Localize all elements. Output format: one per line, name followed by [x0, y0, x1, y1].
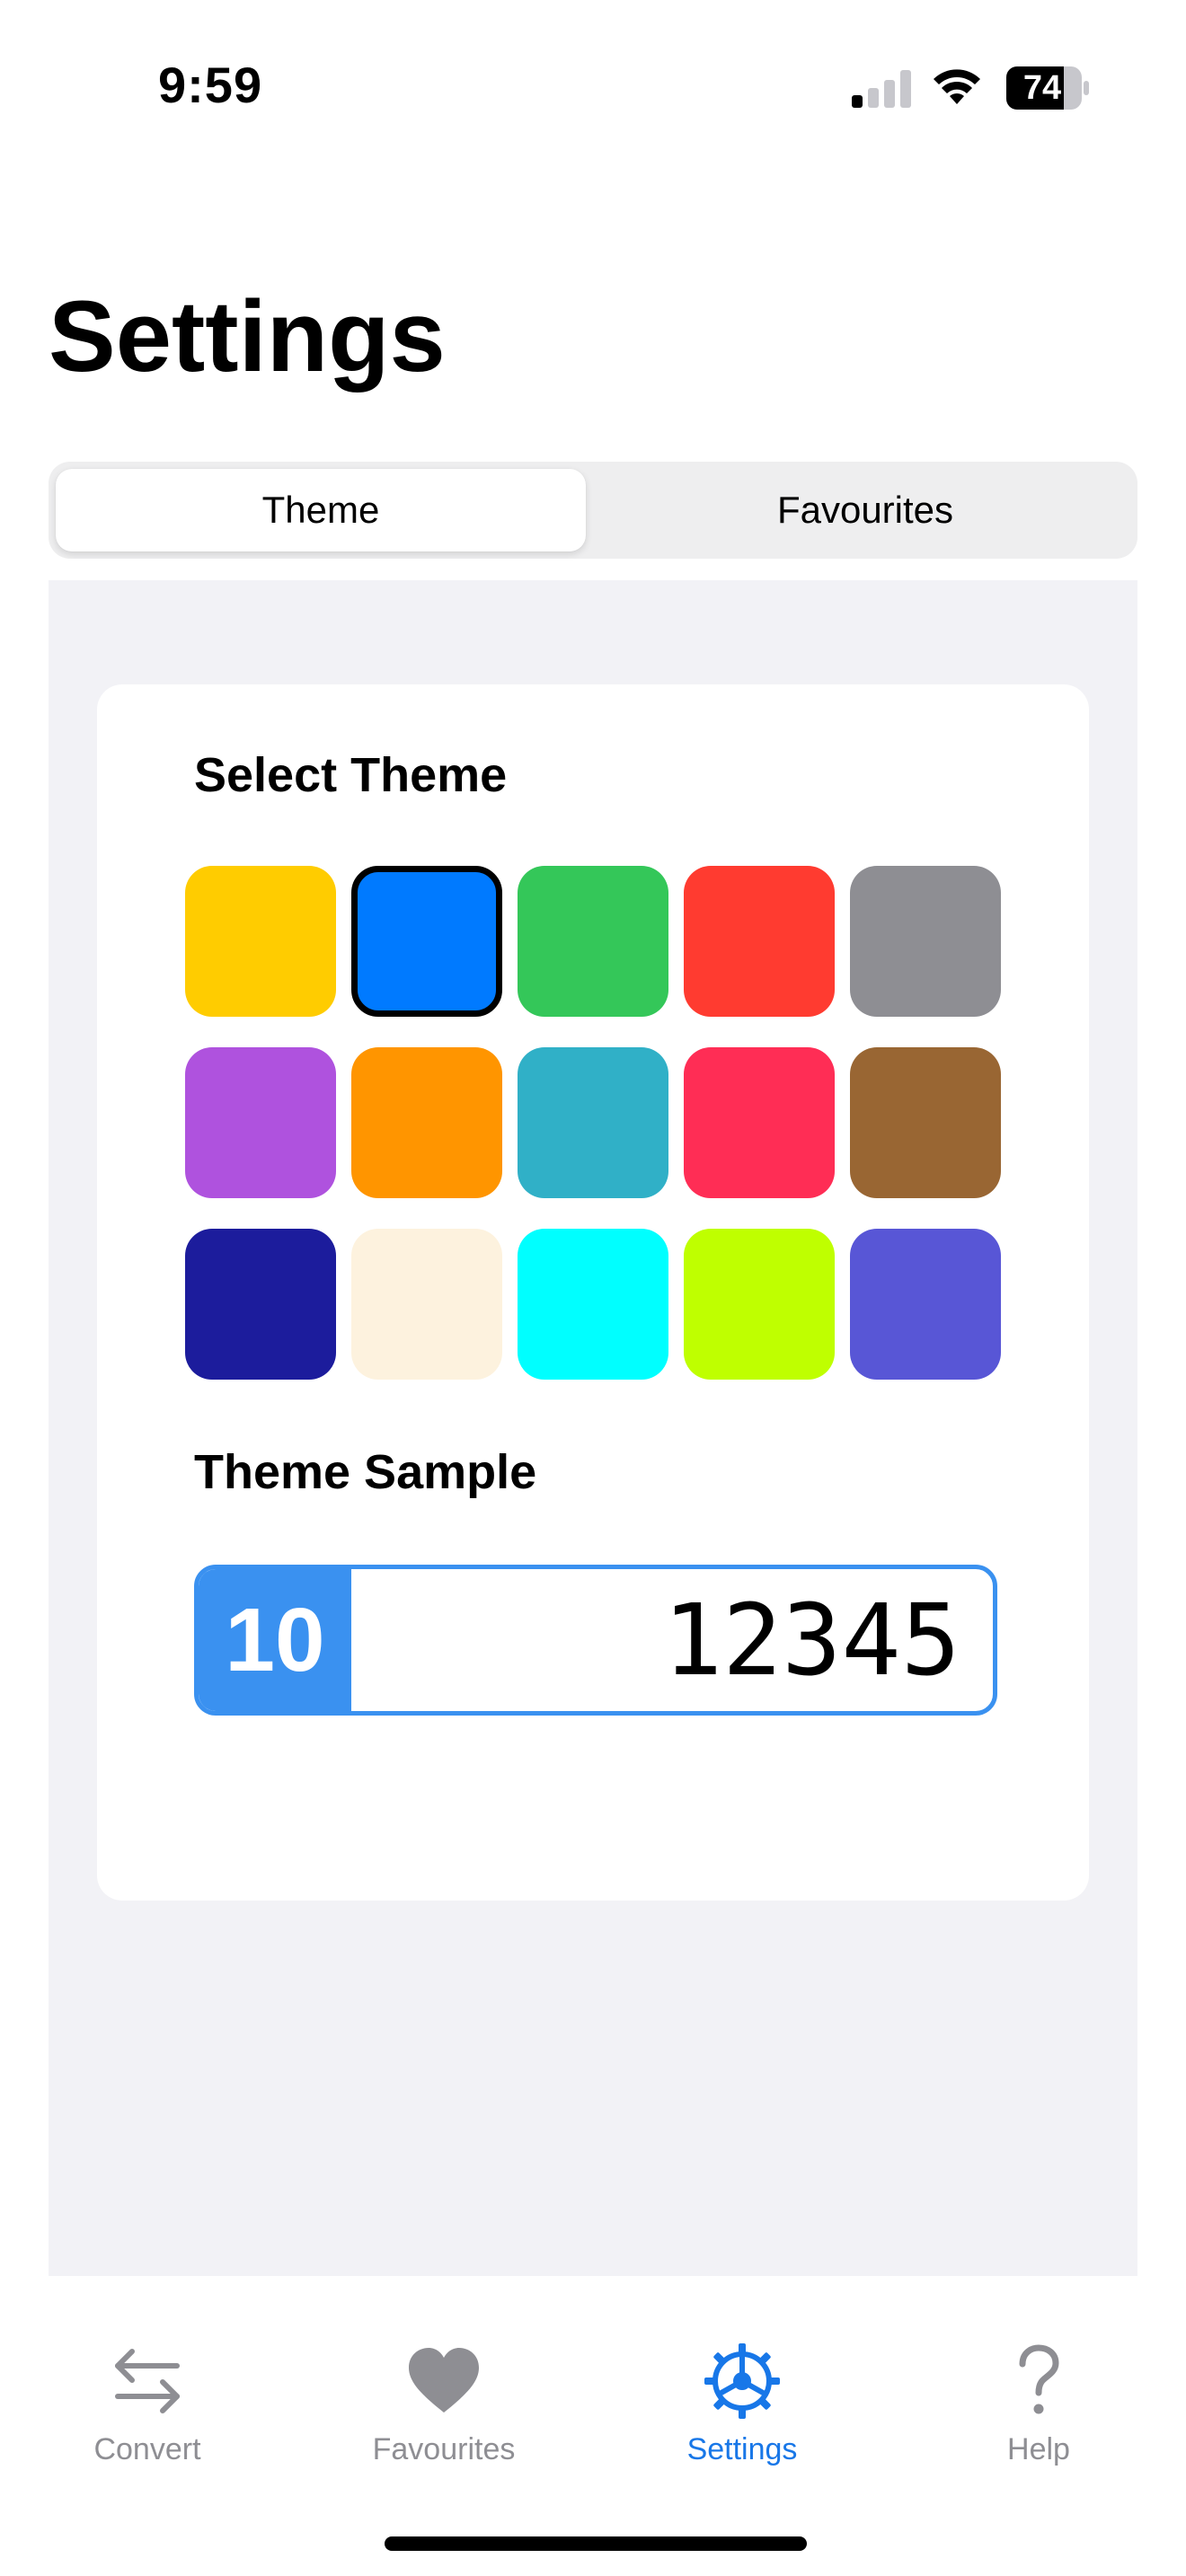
theme-swatch[interactable] — [351, 1229, 502, 1380]
segment-theme[interactable]: Theme — [56, 469, 586, 551]
tab-favourites-label: Favourites — [372, 2432, 516, 2466]
question-mark-icon — [1019, 2344, 1059, 2414]
tab-favourites[interactable]: Favourites — [345, 2341, 543, 2484]
cellular-signal-icon — [852, 70, 911, 108]
theme-swatch[interactable] — [518, 1047, 668, 1198]
theme-swatch[interactable] — [185, 1047, 336, 1198]
page-title: Settings — [49, 280, 446, 393]
tab-convert-label: Convert — [93, 2432, 201, 2466]
theme-swatch[interactable] — [351, 1047, 502, 1198]
wifi-icon — [934, 69, 980, 104]
tab-help[interactable]: Help — [940, 2341, 1137, 2484]
convert-arrows-icon — [115, 2349, 180, 2413]
battery-level: 74 — [1022, 69, 1062, 107]
select-theme-label: Select Theme — [194, 748, 508, 802]
theme-swatch[interactable] — [684, 866, 835, 1017]
tab-settings-label: Settings — [686, 2432, 798, 2466]
theme-swatch[interactable] — [518, 866, 668, 1017]
home-indicator — [385, 2536, 807, 2551]
theme-sample-box: 10 12345 — [194, 1565, 997, 1716]
heart-icon — [409, 2348, 479, 2413]
theme-swatch-grid — [185, 866, 1003, 1380]
segment-favourites[interactable]: Favourites — [600, 469, 1130, 551]
tab-settings[interactable]: Settings — [643, 2341, 841, 2484]
theme-swatch[interactable] — [351, 866, 502, 1017]
theme-swatch[interactable] — [185, 866, 336, 1017]
tab-convert[interactable]: Convert — [49, 2341, 246, 2484]
theme-swatch[interactable] — [850, 1229, 1001, 1380]
theme-swatch[interactable] — [185, 1229, 336, 1380]
sample-base-badge: 10 — [199, 1569, 351, 1711]
theme-swatch[interactable] — [850, 1047, 1001, 1198]
status-time: 9:59 — [158, 57, 263, 113]
tab-help-label: Help — [1007, 2432, 1070, 2466]
theme-swatch[interactable] — [684, 1229, 835, 1380]
theme-swatch[interactable] — [684, 1047, 835, 1198]
theme-swatch[interactable] — [518, 1229, 668, 1380]
sample-value: 12345 — [662, 1583, 960, 1698]
gear-icon — [704, 2343, 780, 2419]
theme-swatch[interactable] — [850, 866, 1001, 1017]
status-bar: 9:59 74 — [0, 0, 1186, 162]
theme-sample-label: Theme Sample — [194, 1445, 537, 1499]
segmented-control: Theme Favourites — [49, 462, 1137, 559]
